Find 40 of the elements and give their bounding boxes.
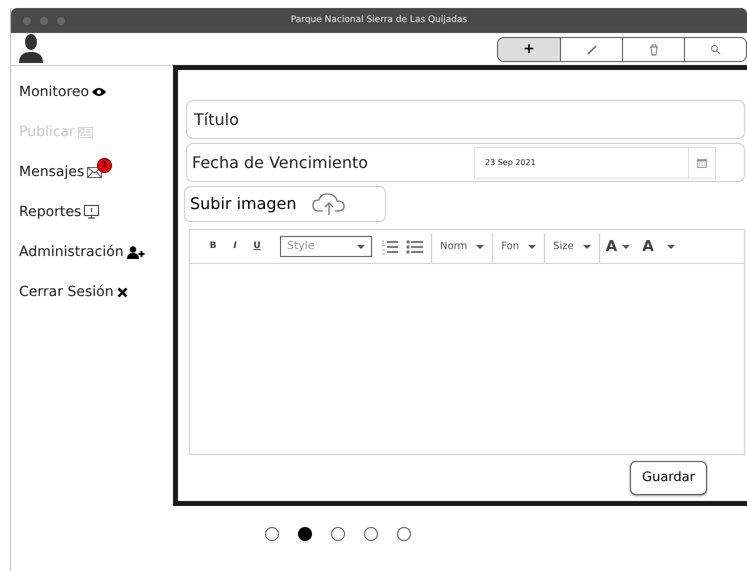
underline-button[interactable]: U	[246, 240, 268, 254]
add-user-icon	[126, 246, 145, 258]
page-indicator-dot[interactable]	[364, 527, 378, 541]
close-icon	[116, 286, 128, 298]
numbered-list-icon[interactable]	[382, 238, 398, 254]
title-field[interactable]: Título	[186, 100, 745, 139]
sidebar-item[interactable]: Administración	[19, 242, 124, 262]
search-button[interactable]	[684, 38, 746, 61]
cloud-upload-icon	[310, 192, 347, 216]
date-field[interactable]: 23 Sep 2021	[474, 146, 716, 178]
page-indicator-dot[interactable]	[265, 527, 279, 541]
page-indicator-dot[interactable]	[397, 527, 411, 541]
sidebar-item[interactable]: Reportes	[19, 202, 82, 222]
rich-text-editor[interactable]: B I U Style Norm Fon Size A A	[189, 229, 745, 455]
paragraph-format-dropdown[interactable]: Norm	[432, 239, 492, 254]
bullet-list-icon[interactable]	[406, 240, 423, 254]
save-button[interactable]: Guardar	[630, 461, 707, 494]
search-icon	[710, 44, 721, 55]
upload-image-button[interactable]: Subir imagen	[184, 186, 386, 222]
bold-button[interactable]: B	[202, 240, 224, 254]
sidebar-item[interactable]: Cerrar Sesión	[19, 282, 114, 302]
user-avatar-icon	[19, 33, 43, 63]
text-color-button[interactable]: A	[600, 235, 636, 258]
sidebar-item[interactable]: Monitoreo	[19, 82, 90, 102]
notification-badge: 1	[97, 158, 112, 172]
pencil-icon	[586, 44, 598, 56]
field-label: Fecha de Vencimiento	[192, 152, 368, 174]
italic-button[interactable]: I	[224, 240, 246, 254]
newspaper-icon	[78, 126, 93, 138]
font-dropdown[interactable]: Fon	[493, 239, 544, 254]
sidebar-item[interactable]: Mensajes	[19, 162, 84, 182]
eye-icon	[92, 87, 106, 97]
trash-icon	[648, 44, 658, 56]
add-button[interactable]: +	[498, 38, 560, 61]
page-indicator-dot[interactable]	[331, 527, 345, 541]
monitor-icon	[84, 205, 100, 219]
page-indicator-dot[interactable]	[298, 527, 312, 541]
window-title: Parque Nacional Sierra de Las Quijadas	[290, 14, 468, 27]
font-size-dropdown[interactable]: Size	[545, 239, 599, 254]
background-color-button[interactable]: A	[636, 235, 681, 258]
